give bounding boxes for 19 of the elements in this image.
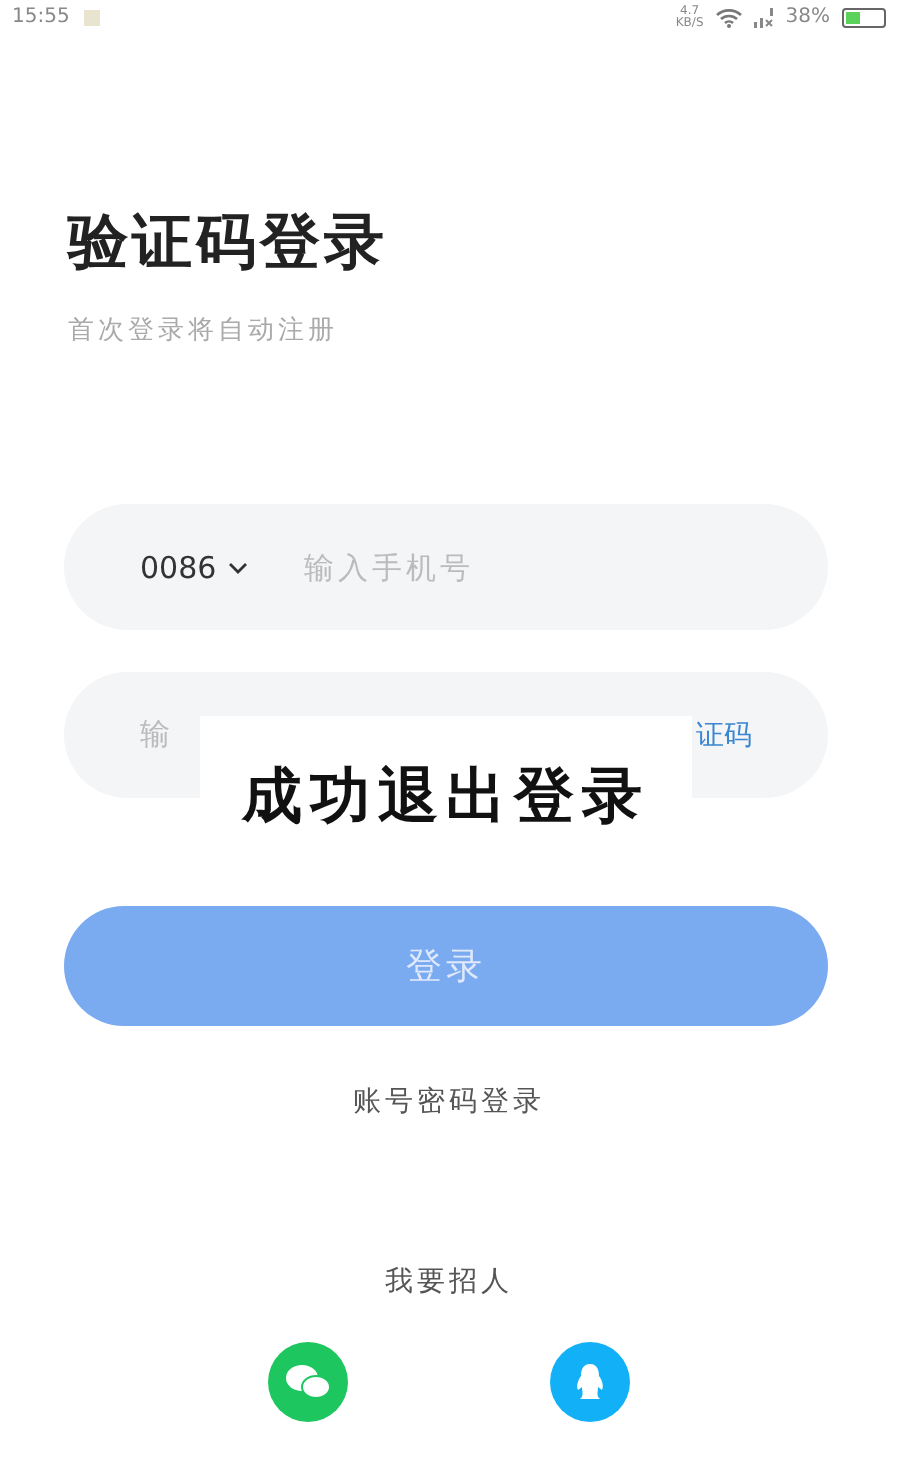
notification-icon xyxy=(81,7,102,27)
battery-icon xyxy=(842,7,886,27)
get-code-link[interactable]: 证码 xyxy=(696,717,752,753)
qq-login-button[interactable] xyxy=(550,1342,630,1422)
chat-bubbles-icon xyxy=(284,1362,332,1402)
phone-field[interactable]: 0086 输入手机号 xyxy=(64,504,828,630)
chevron-down-icon xyxy=(228,561,249,573)
recruit-link[interactable]: 我要招人 xyxy=(373,1262,525,1302)
password-login-link[interactable]: 账号密码登录 xyxy=(341,1082,557,1122)
code-input-placeholder: 输 xyxy=(140,716,174,754)
status-time: 15:55 xyxy=(12,6,70,28)
wifi-icon xyxy=(715,7,742,27)
country-code-dropdown[interactable]: 0086 xyxy=(140,549,249,585)
penguin-icon xyxy=(574,1362,606,1402)
signal-icon xyxy=(753,7,774,27)
battery-percent: 38% xyxy=(785,6,830,28)
page-title: 验证码登录 xyxy=(68,206,390,282)
page-subtitle: 首次登录将自动注册 xyxy=(68,314,340,348)
wechat-login-button[interactable] xyxy=(268,1342,348,1422)
